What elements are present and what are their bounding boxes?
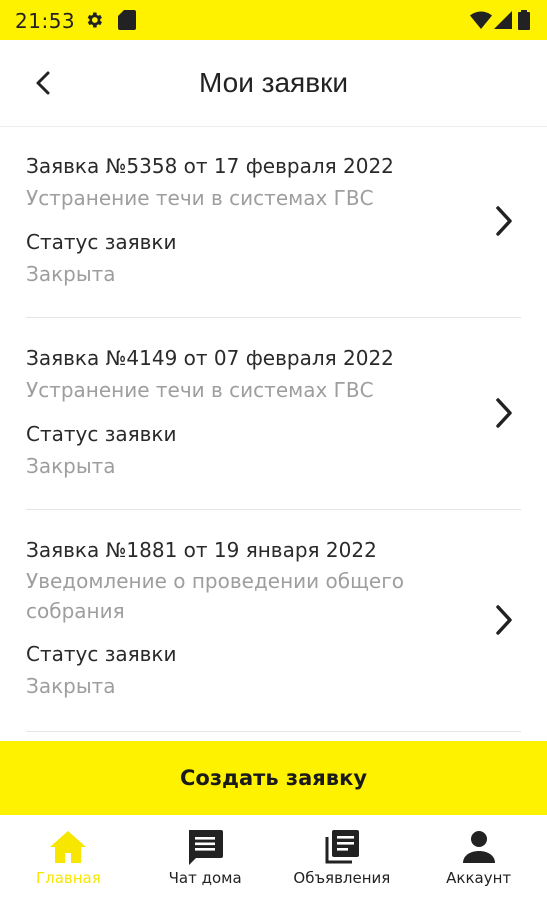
nav-label: Чат дома bbox=[168, 869, 242, 887]
request-item[interactable]: Заявка №5358 от 17 февраля 2022 Устранен… bbox=[26, 126, 521, 318]
request-heading: Заявка №4149 от 07 февраля 2022 bbox=[26, 346, 394, 370]
request-status-value: Закрыта bbox=[26, 674, 116, 698]
chevron-right-icon[interactable] bbox=[491, 603, 517, 637]
request-description: Устранение течи в системах ГВС bbox=[26, 186, 374, 210]
nav-label: Главная bbox=[35, 869, 101, 887]
request-heading: Заявка №1881 от 19 января 2022 bbox=[26, 538, 377, 562]
chevron-right-icon[interactable] bbox=[491, 396, 517, 430]
nav-item-home[interactable]: Главная bbox=[0, 815, 137, 900]
nav-label: Объявления bbox=[293, 869, 391, 887]
bottom-navigation: Главная Чат дома Объявления Аккаунт bbox=[0, 815, 547, 900]
announcements-icon bbox=[325, 830, 359, 864]
wifi-icon bbox=[470, 11, 492, 29]
status-time: 21:53 bbox=[15, 9, 76, 33]
account-icon bbox=[462, 831, 495, 863]
nav-label: Аккаунт bbox=[446, 869, 512, 887]
request-status-value: Закрыта bbox=[26, 454, 116, 478]
request-status-label: Статус заявки bbox=[26, 230, 177, 254]
nav-item-announcements[interactable]: Объявления bbox=[274, 815, 411, 900]
request-description: Уведомление о проведении общего собрания bbox=[26, 569, 404, 623]
create-request-button[interactable]: Создать заявку bbox=[0, 741, 547, 815]
create-request-label: Создать заявку bbox=[179, 766, 368, 790]
status-bar: 21:53 bbox=[0, 0, 547, 40]
battery-icon bbox=[518, 10, 530, 30]
request-status-label: Статус заявки bbox=[26, 642, 177, 666]
signal-icon bbox=[494, 11, 512, 29]
chat-icon bbox=[189, 830, 224, 865]
request-item[interactable]: Заявка №1881 от 19 января 2022 Уведомлен… bbox=[26, 510, 521, 732]
request-description: Устранение течи в системах ГВС bbox=[26, 378, 374, 402]
settings-icon bbox=[87, 12, 102, 28]
request-status-value: Закрыта bbox=[26, 262, 116, 286]
home-icon bbox=[50, 831, 87, 863]
sd-card-icon bbox=[118, 10, 136, 30]
app-bar: Мои заявки bbox=[0, 40, 547, 127]
request-item[interactable]: Заявка №4149 от 07 февраля 2022 Устранен… bbox=[26, 318, 521, 510]
chevron-right-icon[interactable] bbox=[491, 204, 517, 238]
request-heading: Заявка №5358 от 17 февраля 2022 bbox=[26, 154, 394, 178]
nav-item-chat[interactable]: Чат дома bbox=[137, 815, 274, 900]
requests-list: Заявка №5358 от 17 февраля 2022 Устранен… bbox=[0, 126, 547, 740]
nav-item-account[interactable]: Аккаунт bbox=[410, 815, 547, 900]
request-status-label: Статус заявки bbox=[26, 422, 177, 446]
page-title: Мои заявки bbox=[199, 67, 348, 98]
